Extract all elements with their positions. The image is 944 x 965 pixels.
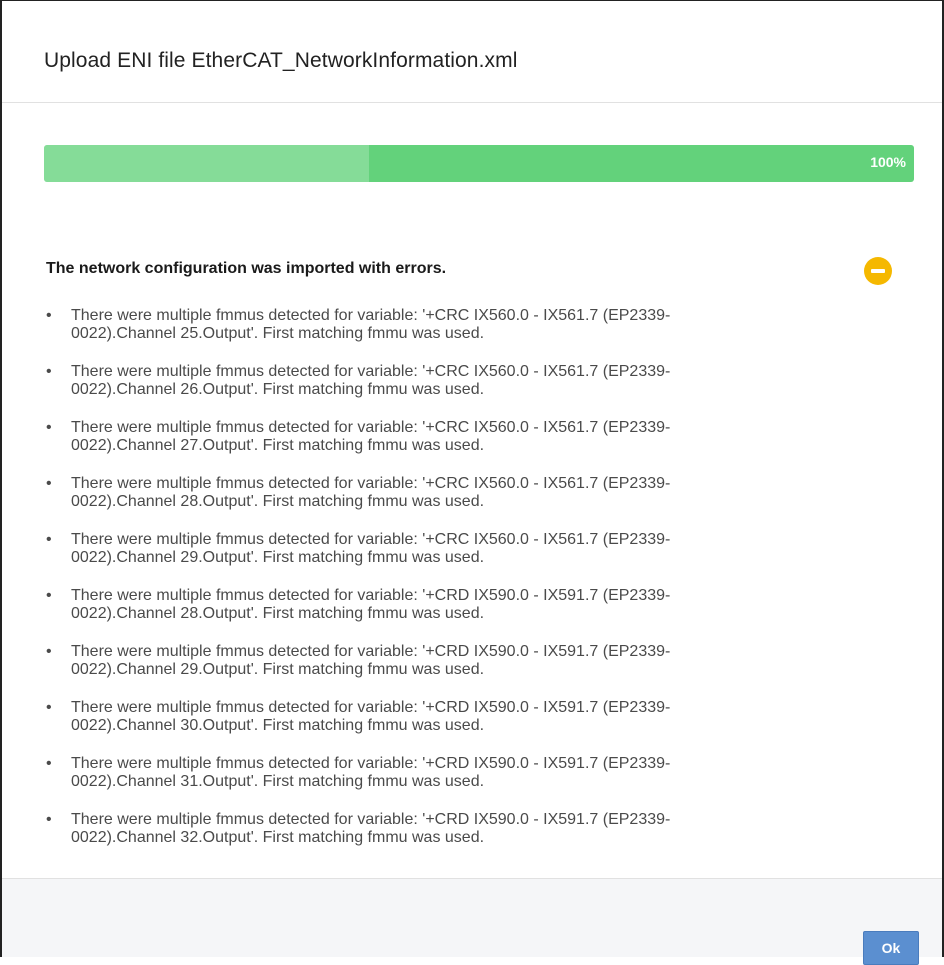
bullet-icon: • <box>46 531 52 548</box>
ok-button[interactable]: Ok <box>863 931 919 965</box>
import-status-message: The network configuration was imported w… <box>46 260 447 277</box>
error-message-line-1: There were multiple fmmus detected for v… <box>71 811 671 828</box>
error-message-line-1: There were multiple fmmus detected for v… <box>71 531 671 548</box>
error-message-line-2: 0022).Channel 26.Output'. First matching… <box>71 381 485 398</box>
error-list-item: • There were multiple fmmus detected for … <box>46 307 866 343</box>
error-list-item: • There were multiple fmmus detected for … <box>46 531 866 567</box>
upload-progress-bar: 100% <box>44 145 914 182</box>
error-message-line-2: 0022).Channel 29.Output'. First matching… <box>71 549 485 566</box>
dialog-title: Upload ENI file EtherCAT_NetworkInformat… <box>44 49 518 72</box>
minus-bar <box>871 269 885 273</box>
bullet-icon: • <box>46 475 52 492</box>
bullet-icon: • <box>46 643 52 660</box>
error-list-item: • There were multiple fmmus detected for … <box>46 475 866 511</box>
error-message-line-1: There were multiple fmmus detected for v… <box>71 475 671 492</box>
dialog-header: Upload ENI file EtherCAT_NetworkInformat… <box>2 1 942 103</box>
dialog-footer: Ok <box>2 878 942 965</box>
upload-eni-dialog: Upload ENI file EtherCAT_NetworkInformat… <box>0 0 944 965</box>
bullet-icon: • <box>46 419 52 436</box>
error-message-line-2: 0022).Channel 28.Output'. First matching… <box>71 605 485 622</box>
error-message-line-2: 0022).Channel 31.Output'. First matching… <box>71 773 485 790</box>
bullet-icon: • <box>46 307 52 324</box>
bullet-icon: • <box>46 587 52 604</box>
bullet-icon: • <box>46 699 52 716</box>
progress-bar-highlight <box>44 145 369 182</box>
error-message-line-2: 0022).Channel 29.Output'. First matching… <box>71 661 485 678</box>
error-message-line-1: There were multiple fmmus detected for v… <box>71 307 671 324</box>
error-list-item: • There were multiple fmmus detected for … <box>46 419 866 455</box>
error-message-line-1: There were multiple fmmus detected for v… <box>71 643 671 660</box>
error-list-item: • There were multiple fmmus detected for … <box>46 587 866 623</box>
error-list-item: • There were multiple fmmus detected for … <box>46 643 866 679</box>
error-message-line-1: There were multiple fmmus detected for v… <box>71 363 671 380</box>
error-list-item: • There were multiple fmmus detected for … <box>46 363 866 399</box>
error-list: • There were multiple fmmus detected for … <box>46 307 866 867</box>
bullet-icon: • <box>46 811 52 828</box>
error-message-line-1: There were multiple fmmus detected for v… <box>71 419 671 436</box>
bullet-icon: • <box>46 755 52 772</box>
import-status: The network configuration was imported w… <box>46 257 908 285</box>
error-list-item: • There were multiple fmmus detected for … <box>46 755 866 791</box>
bullet-icon: • <box>46 363 52 380</box>
error-message-line-1: There were multiple fmmus detected for v… <box>71 699 671 716</box>
error-message-line-2: 0022).Channel 30.Output'. First matching… <box>71 717 485 734</box>
error-list-item: • There were multiple fmmus detected for … <box>46 811 866 847</box>
error-message-line-1: There were multiple fmmus detected for v… <box>71 755 671 772</box>
error-message-line-2: 0022).Channel 32.Output'. First matching… <box>71 829 485 846</box>
progress-percent-label: 100% <box>870 154 906 170</box>
error-message-line-2: 0022).Channel 28.Output'. First matching… <box>71 493 485 510</box>
error-message-line-1: There were multiple fmmus detected for v… <box>71 587 671 604</box>
minus-circle-icon <box>864 257 892 285</box>
error-message-line-2: 0022).Channel 25.Output'. First matching… <box>71 325 485 342</box>
error-message-line-2: 0022).Channel 27.Output'. First matching… <box>71 437 485 454</box>
error-list-item: • There were multiple fmmus detected for … <box>46 699 866 735</box>
